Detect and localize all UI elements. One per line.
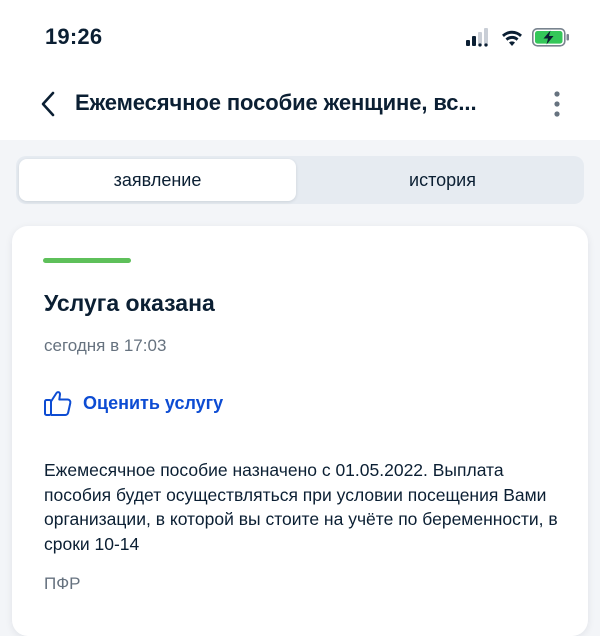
- chevron-left-icon: [41, 91, 55, 117]
- status-title: Услуга оказана: [44, 290, 215, 316]
- more-vertical-icon: [554, 91, 560, 117]
- rate-service-button[interactable]: Оценить услугу: [43, 386, 223, 420]
- signal-icon: [466, 28, 488, 47]
- status-time: 19:26: [45, 24, 103, 49]
- status-bar: 19:26: [0, 0, 600, 76]
- status-icons: [466, 25, 576, 49]
- thumbs-up-icon: [44, 391, 72, 416]
- back-button[interactable]: [28, 86, 68, 122]
- tab-application[interactable]: заявление: [19, 159, 296, 201]
- battery-charging-icon: [532, 28, 569, 47]
- more-menu-button[interactable]: [544, 86, 570, 122]
- segmented-tabs: заявление история: [16, 156, 584, 204]
- page-title: Ежемесячное пособие женщине, вс...: [75, 90, 477, 115]
- status-time-label: сегодня в 17:03: [44, 336, 167, 355]
- status-icons-svg: [466, 28, 569, 47]
- status-indicator-bar: [43, 258, 131, 263]
- status-description: Ежемесячное пособие назначено с 01.05.20…: [44, 460, 558, 554]
- wifi-icon: [502, 30, 522, 46]
- tab-history[interactable]: история: [304, 159, 581, 201]
- rate-service-label: Оценить услугу: [83, 392, 224, 413]
- status-card: Услуга оказана сегодня в 17:03 Оценить у…: [12, 226, 588, 636]
- source-agency: ПФР: [44, 574, 81, 593]
